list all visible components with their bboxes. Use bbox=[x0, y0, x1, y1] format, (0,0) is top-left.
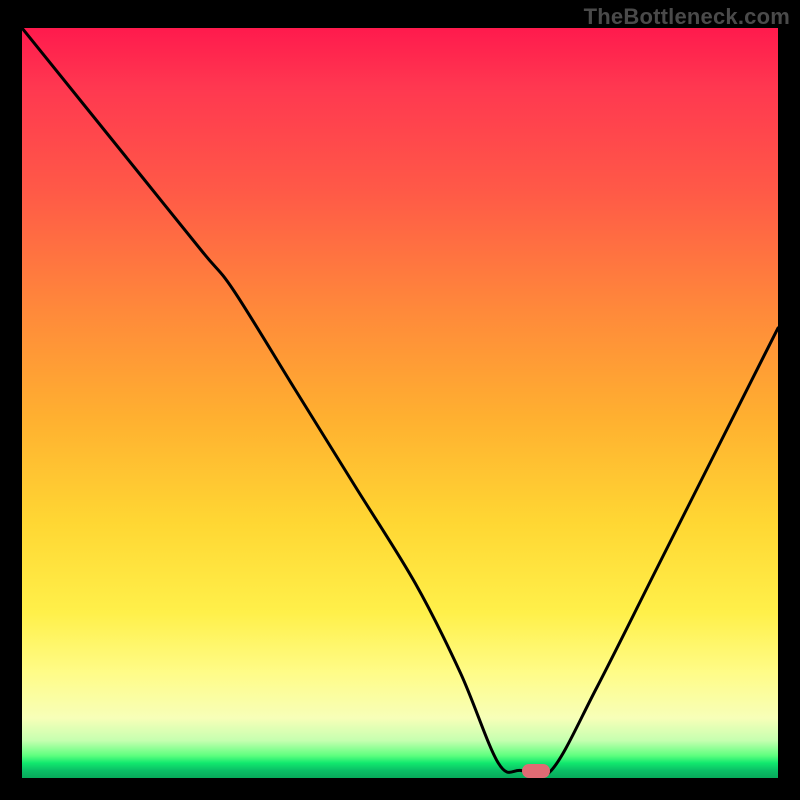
watermark-text: TheBottleneck.com bbox=[584, 4, 790, 30]
chart-frame: TheBottleneck.com bbox=[0, 0, 800, 800]
plot-area bbox=[22, 28, 778, 778]
optimal-point-marker bbox=[522, 764, 550, 778]
bottleneck-curve bbox=[22, 28, 778, 778]
